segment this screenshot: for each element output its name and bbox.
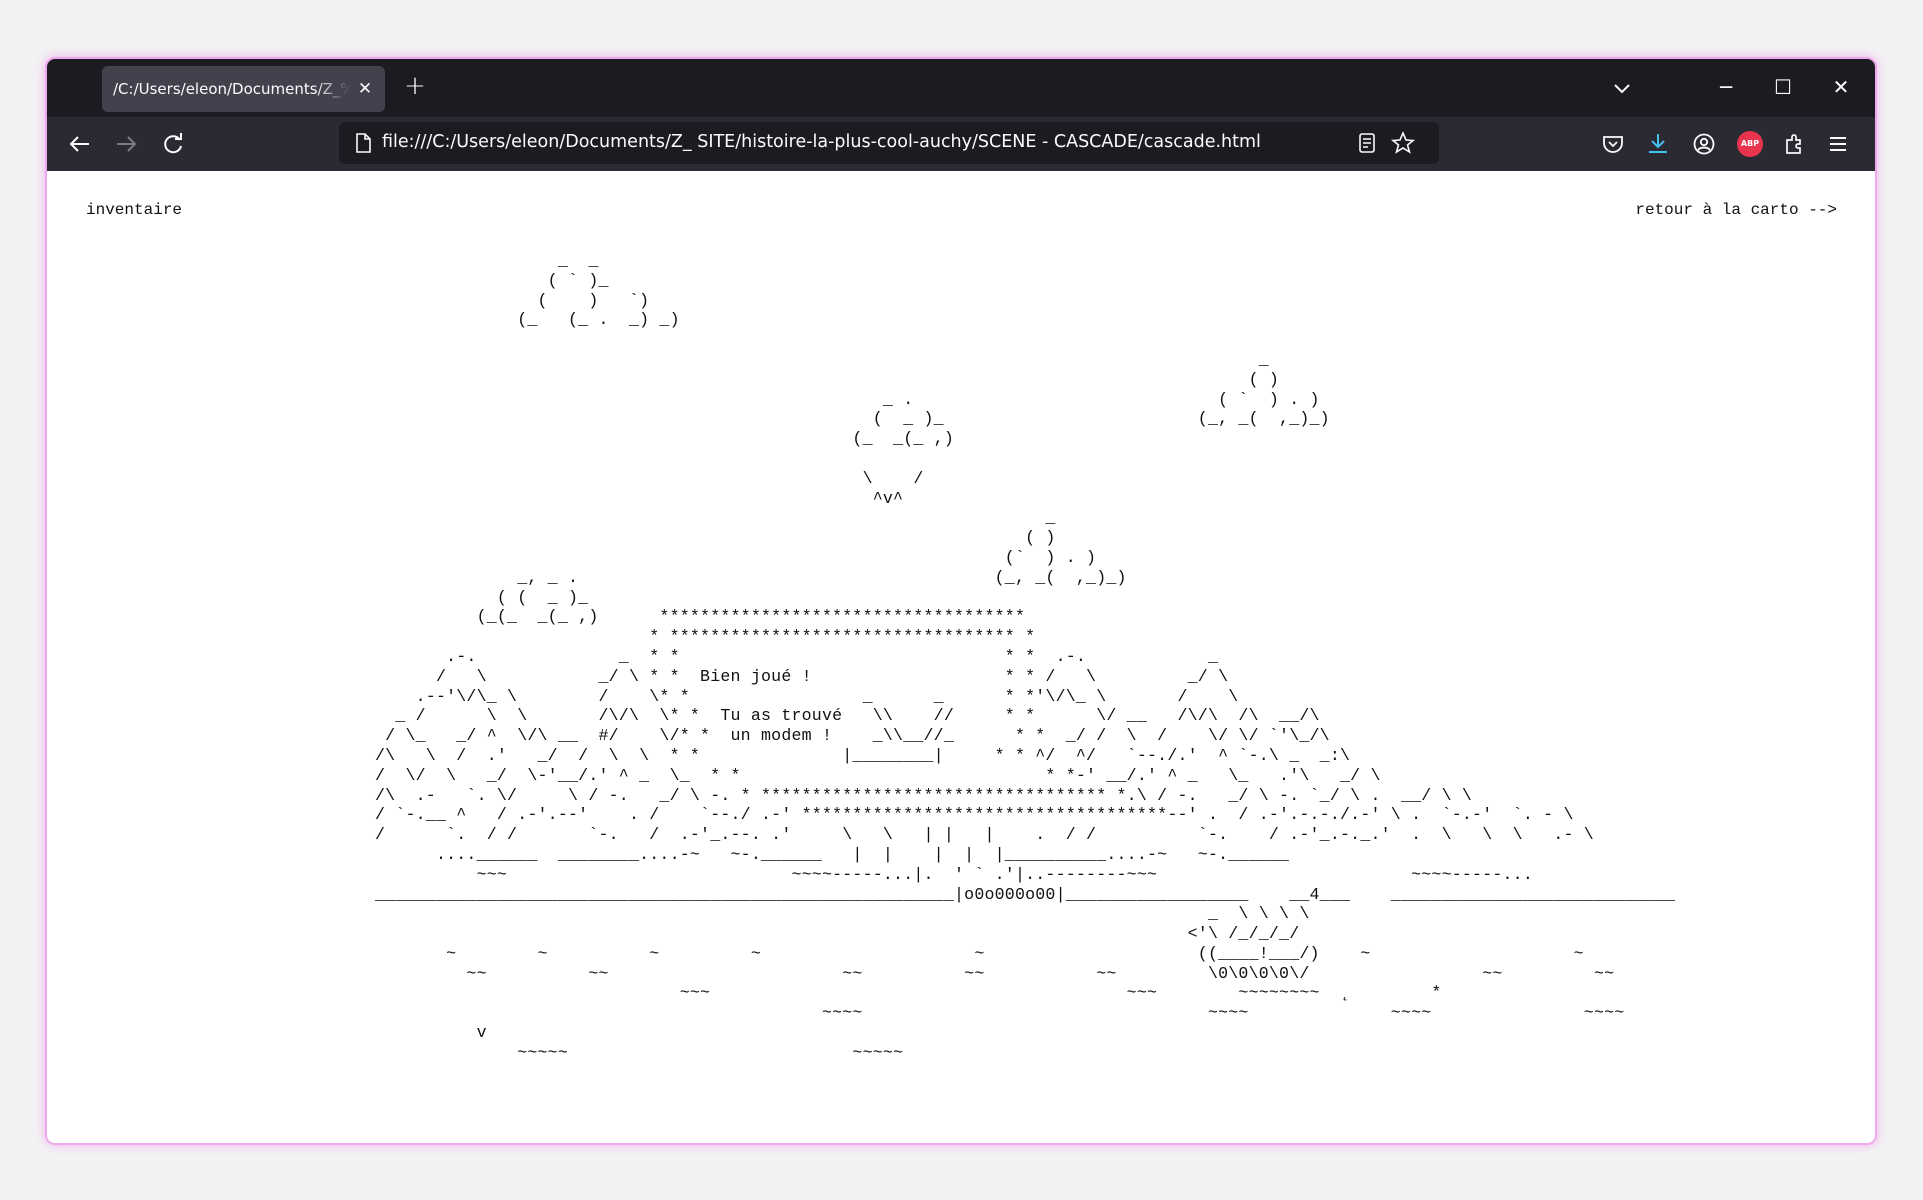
- new-tab-button[interactable]: +: [400, 71, 430, 101]
- tab-bar: /C:/Users/eleon/Documents/Z_%20SITE/hist…: [47, 59, 1875, 117]
- extensions-icon[interactable]: [1781, 131, 1807, 157]
- tab-close-icon[interactable]: ✕: [355, 79, 375, 99]
- reload-icon[interactable]: [158, 129, 188, 159]
- back-icon[interactable]: [65, 129, 95, 159]
- navigation-toolbar: file:///C:/Users/eleon/Documents/Z_ SITE…: [47, 117, 1875, 171]
- address-bar[interactable]: file:///C:/Users/eleon/Documents/Z_ SITE…: [339, 122, 1439, 164]
- browser-window: /C:/Users/eleon/Documents/Z_%20SITE/hist…: [45, 57, 1877, 1145]
- forward-icon[interactable]: [111, 129, 141, 159]
- url-text[interactable]: file:///C:/Users/eleon/Documents/Z_ SITE…: [382, 132, 1261, 152]
- account-icon[interactable]: [1691, 131, 1717, 157]
- menu-icon[interactable]: [1825, 131, 1851, 157]
- tab-title: /C:/Users/eleon/Documents/Z_%20SITE/hist…: [113, 80, 351, 98]
- page-icon: [356, 133, 371, 153]
- inventory-link[interactable]: inventaire: [86, 201, 182, 219]
- pocket-icon[interactable]: [1600, 131, 1626, 157]
- minimize-button[interactable]: ─: [1706, 69, 1746, 105]
- bookmark-star-icon[interactable]: [1390, 130, 1416, 156]
- list-all-tabs-icon[interactable]: [1607, 73, 1637, 103]
- maximize-button[interactable]: ☐: [1763, 69, 1803, 105]
- ascii-waterfall-scene: _ _ ( ` )_ ( ) `) (_ (_ . _) _) _ () _ …: [375, 251, 1676, 1062]
- adblock-icon[interactable]: ABP: [1737, 131, 1763, 157]
- page-content: inventaire retour à la carto --> _ _ ( `…: [47, 171, 1875, 1143]
- tab-cascade[interactable]: /C:/Users/eleon/Documents/Z_%20SITE/hist…: [102, 66, 385, 112]
- close-window-button[interactable]: ✕: [1821, 69, 1861, 105]
- reader-view-icon[interactable]: [1354, 130, 1380, 156]
- download-icon[interactable]: [1645, 131, 1671, 157]
- back-to-map-link[interactable]: retour à la carto -->: [1635, 201, 1837, 219]
